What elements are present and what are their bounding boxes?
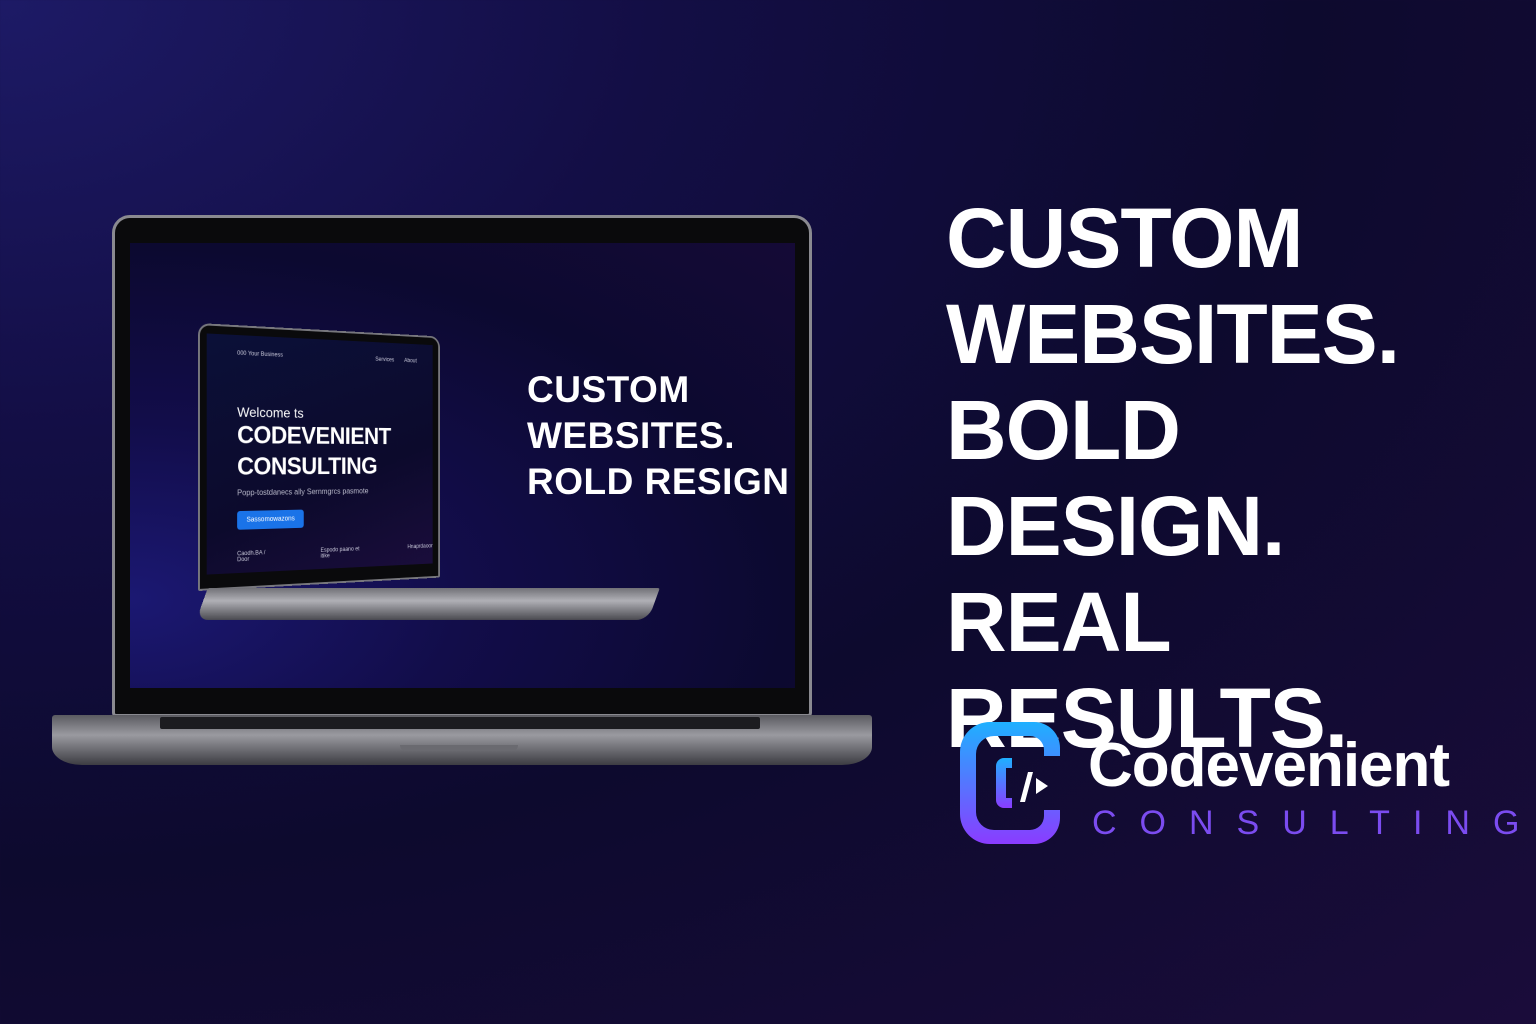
inner-nav-link[interactable]: About — [404, 358, 417, 364]
inner-cta-button[interactable]: Sassomowazons — [237, 509, 304, 530]
headline-line: WEBSITES. — [946, 287, 1400, 381]
headline-line: BOLD DESIGN. — [946, 383, 1285, 573]
screen-headline-line: WEBSITES. — [527, 415, 736, 456]
screen-headline-line: ROLD RESIGN — [527, 461, 790, 502]
screen-headline-line: CUSTOM — [527, 369, 690, 410]
screen-headline: CUSTOM WEBSITES. ROLD RESIGN — [527, 367, 789, 505]
inner-nav-logo: 000 Your Business — [237, 350, 283, 359]
inner-footer-item: Espodo paano et itike — [320, 546, 360, 560]
headline-line: CUSTOM — [946, 191, 1303, 285]
inner-footer: Caodh.BA / Door Espodo paano et itike Hn… — [237, 544, 433, 564]
inner-title-2: CONSULTING — [237, 453, 378, 481]
brand-name: Codevenient — [1088, 731, 1450, 800]
inner-nav: 000 Your Business Services About — [237, 351, 433, 365]
inner-title-1: CODEVENIENT — [237, 421, 391, 450]
inner-laptop-screen: 000 Your Business Services About Welcome… — [206, 333, 433, 575]
inner-subtitle: Popp-tostdanecs ally Sernmgrcs pasmote — [237, 486, 369, 498]
inner-nav-link[interactable]: Services — [375, 357, 394, 363]
inner-laptop-base — [196, 588, 660, 620]
inner-footer-item: Caodh.BA / Door — [237, 550, 266, 564]
headline: CUSTOM WEBSITES. BOLD DESIGN. REAL RESUL… — [946, 190, 1536, 766]
laptop-hinge — [160, 717, 760, 729]
brand-tagline: CONSULTING — [1092, 804, 1536, 842]
laptop-notch — [400, 745, 518, 751]
code-c-logo-icon — [960, 722, 1060, 844]
inner-laptop-lid: 000 Your Business Services About Welcome… — [198, 323, 440, 591]
inner-footer-item: Hnaprdaoor — [407, 543, 433, 551]
